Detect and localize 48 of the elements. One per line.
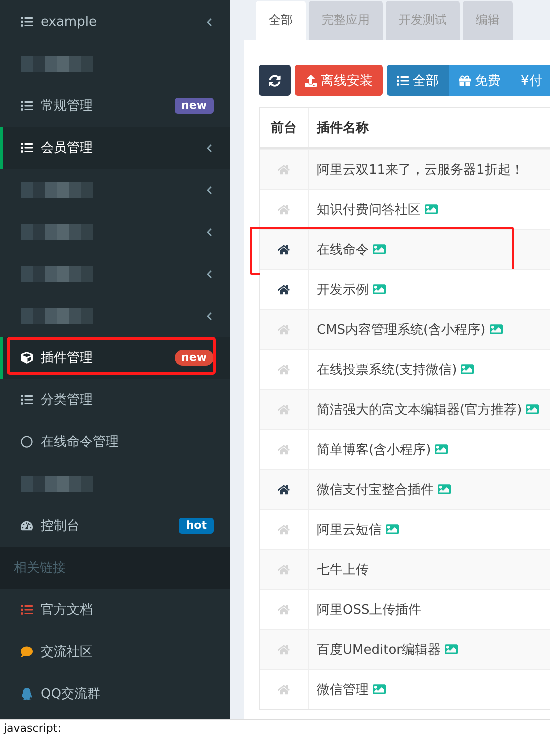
refresh-button[interactable]	[259, 65, 291, 96]
table-cell-text: CMS内容管理系统(含小程序)	[317, 322, 486, 338]
upload-icon	[305, 74, 317, 86]
table-cell-text: 知识付费问答社区	[317, 202, 421, 218]
menu-badge: hot	[179, 518, 214, 534]
menu-item[interactable]: 交流社区	[0, 631, 230, 673]
menu-item[interactable]: 常规管理 new	[0, 85, 230, 127]
menu-item[interactable]: 会员管理	[0, 127, 230, 169]
table-cell-text: 简单博客(含小程序)	[317, 442, 432, 458]
list-icon	[21, 142, 33, 154]
gift-icon	[459, 74, 471, 86]
list-icon	[21, 100, 33, 112]
tab[interactable]: 全部	[256, 1, 306, 40]
table-cell-text: 七牛上传	[317, 562, 369, 578]
menu-item[interactable]: 分类管理	[0, 379, 230, 421]
menu-item[interactable]: example	[0, 1, 230, 43]
list-icon	[21, 394, 33, 406]
menu-item[interactable]: 插件管理 new	[0, 337, 230, 379]
list-icon	[21, 16, 33, 28]
menu-item[interactable]: QQ交流群	[0, 673, 230, 715]
menu-badge: new	[174, 98, 214, 114]
table-cell-text: 在线投票系统(支持微信)	[317, 362, 458, 378]
cube-icon	[21, 352, 33, 364]
status-bar: javascript:	[0, 719, 550, 736]
speech-bubble-icon	[21, 646, 33, 658]
table-cell-text: 在线命令	[317, 242, 369, 258]
table-cell-text: 简洁强大的富文本编辑器(官方推荐)	[317, 402, 522, 418]
table-cell-text: 开发示例	[317, 282, 369, 298]
menu-item[interactable]: 在线命令管理	[0, 421, 230, 463]
section-header: 相关链接	[14, 560, 66, 577]
table-cell-text: 微信管理	[317, 682, 369, 698]
toolbar-button[interactable]: 离线安装	[295, 65, 383, 96]
column-header: 插件名称	[317, 120, 369, 136]
column-header: 前台	[271, 120, 297, 136]
toolbar-button[interactable]: 全部	[387, 65, 449, 96]
table-cell-text: 阿里云短信	[317, 522, 382, 538]
penguin-icon	[21, 688, 33, 700]
menu-badge: new	[174, 350, 214, 366]
table-cell-text: 微信支付宝整合插件	[317, 482, 434, 498]
table-cell-text: 阿里OSS上传插件	[317, 602, 422, 618]
menu-item[interactable]: 控制台 hot	[0, 505, 230, 547]
list-icon	[397, 74, 409, 86]
menu-item[interactable]: 官方文档	[0, 589, 230, 631]
gauge-icon	[21, 520, 33, 532]
refresh-icon	[269, 74, 281, 86]
table-cell-text: 阿里云双11来了，云服务器1折起！	[317, 162, 524, 178]
list-icon	[21, 604, 33, 616]
table-cell-text: 百度UMeditor编辑器	[317, 642, 441, 658]
